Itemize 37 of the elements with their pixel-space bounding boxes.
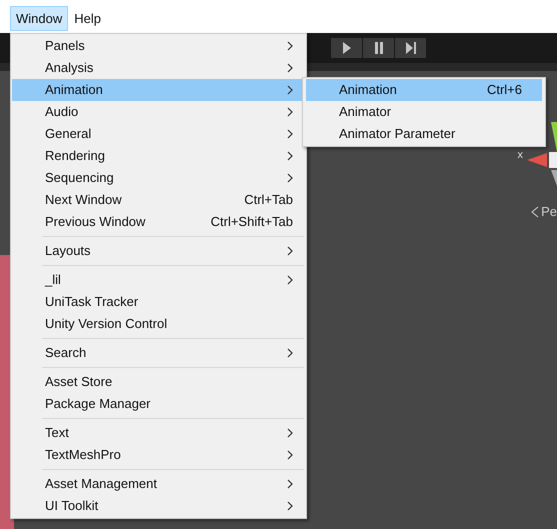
menu-item[interactable]: TextMeshPro — [12, 444, 305, 466]
menu-item[interactable]: General — [12, 123, 305, 145]
menu-item[interactable]: Next Window Ctrl+Tab — [12, 189, 305, 211]
step-icon — [404, 41, 417, 55]
playback-button[interactable] — [363, 38, 394, 58]
menu-item[interactable]: Panels — [12, 35, 305, 57]
menu-item[interactable]: UI Toolkit — [12, 495, 305, 517]
menu-item[interactable]: Search — [12, 342, 305, 364]
menu-item[interactable]: Audio — [12, 101, 305, 123]
menu-item[interactable]: UniTask Tracker — [12, 291, 305, 313]
menu-item[interactable]: Text — [12, 422, 305, 444]
menu-item[interactable]: Animator — [306, 101, 542, 123]
menu-item[interactable]: Previous Window Ctrl+Shift+Tab — [12, 211, 305, 233]
menubar-item[interactable]: Window — [10, 6, 68, 31]
play-icon — [340, 41, 353, 55]
menu-item[interactable]: Asset Store — [12, 371, 305, 393]
shortcut-text: Ctrl+Tab — [244, 191, 293, 210]
menu-item[interactable]: Rendering — [12, 145, 305, 167]
menubar-item[interactable]: Help — [68, 6, 107, 31]
projection-label: Pe — [541, 203, 557, 221]
playback-button[interactable] — [331, 38, 362, 58]
menu-item[interactable]: Animation — [12, 79, 305, 101]
playback-button[interactable] — [395, 38, 426, 58]
menu-item[interactable]: Asset Management — [12, 473, 305, 495]
menu-item[interactable]: Unity Version Control — [12, 313, 305, 335]
menu-item[interactable]: Sequencing — [12, 167, 305, 189]
menu-item[interactable]: _lil — [12, 269, 305, 291]
shortcut-text: Ctrl+6 — [486, 81, 522, 100]
axis-label: x — [518, 148, 523, 163]
menu-item[interactable]: Animator Parameter — [306, 123, 542, 145]
menu-item[interactable]: Layouts — [12, 240, 305, 262]
shortcut-text: Ctrl+Shift+Tab — [210, 213, 293, 232]
menu-item[interactable]: Analysis — [12, 57, 305, 79]
pause-icon — [372, 41, 385, 55]
chevron-left-icon — [531, 206, 540, 218]
menu-item[interactable]: Animation Ctrl+6 — [306, 79, 542, 101]
menu-item[interactable]: Package Manager — [12, 393, 305, 415]
